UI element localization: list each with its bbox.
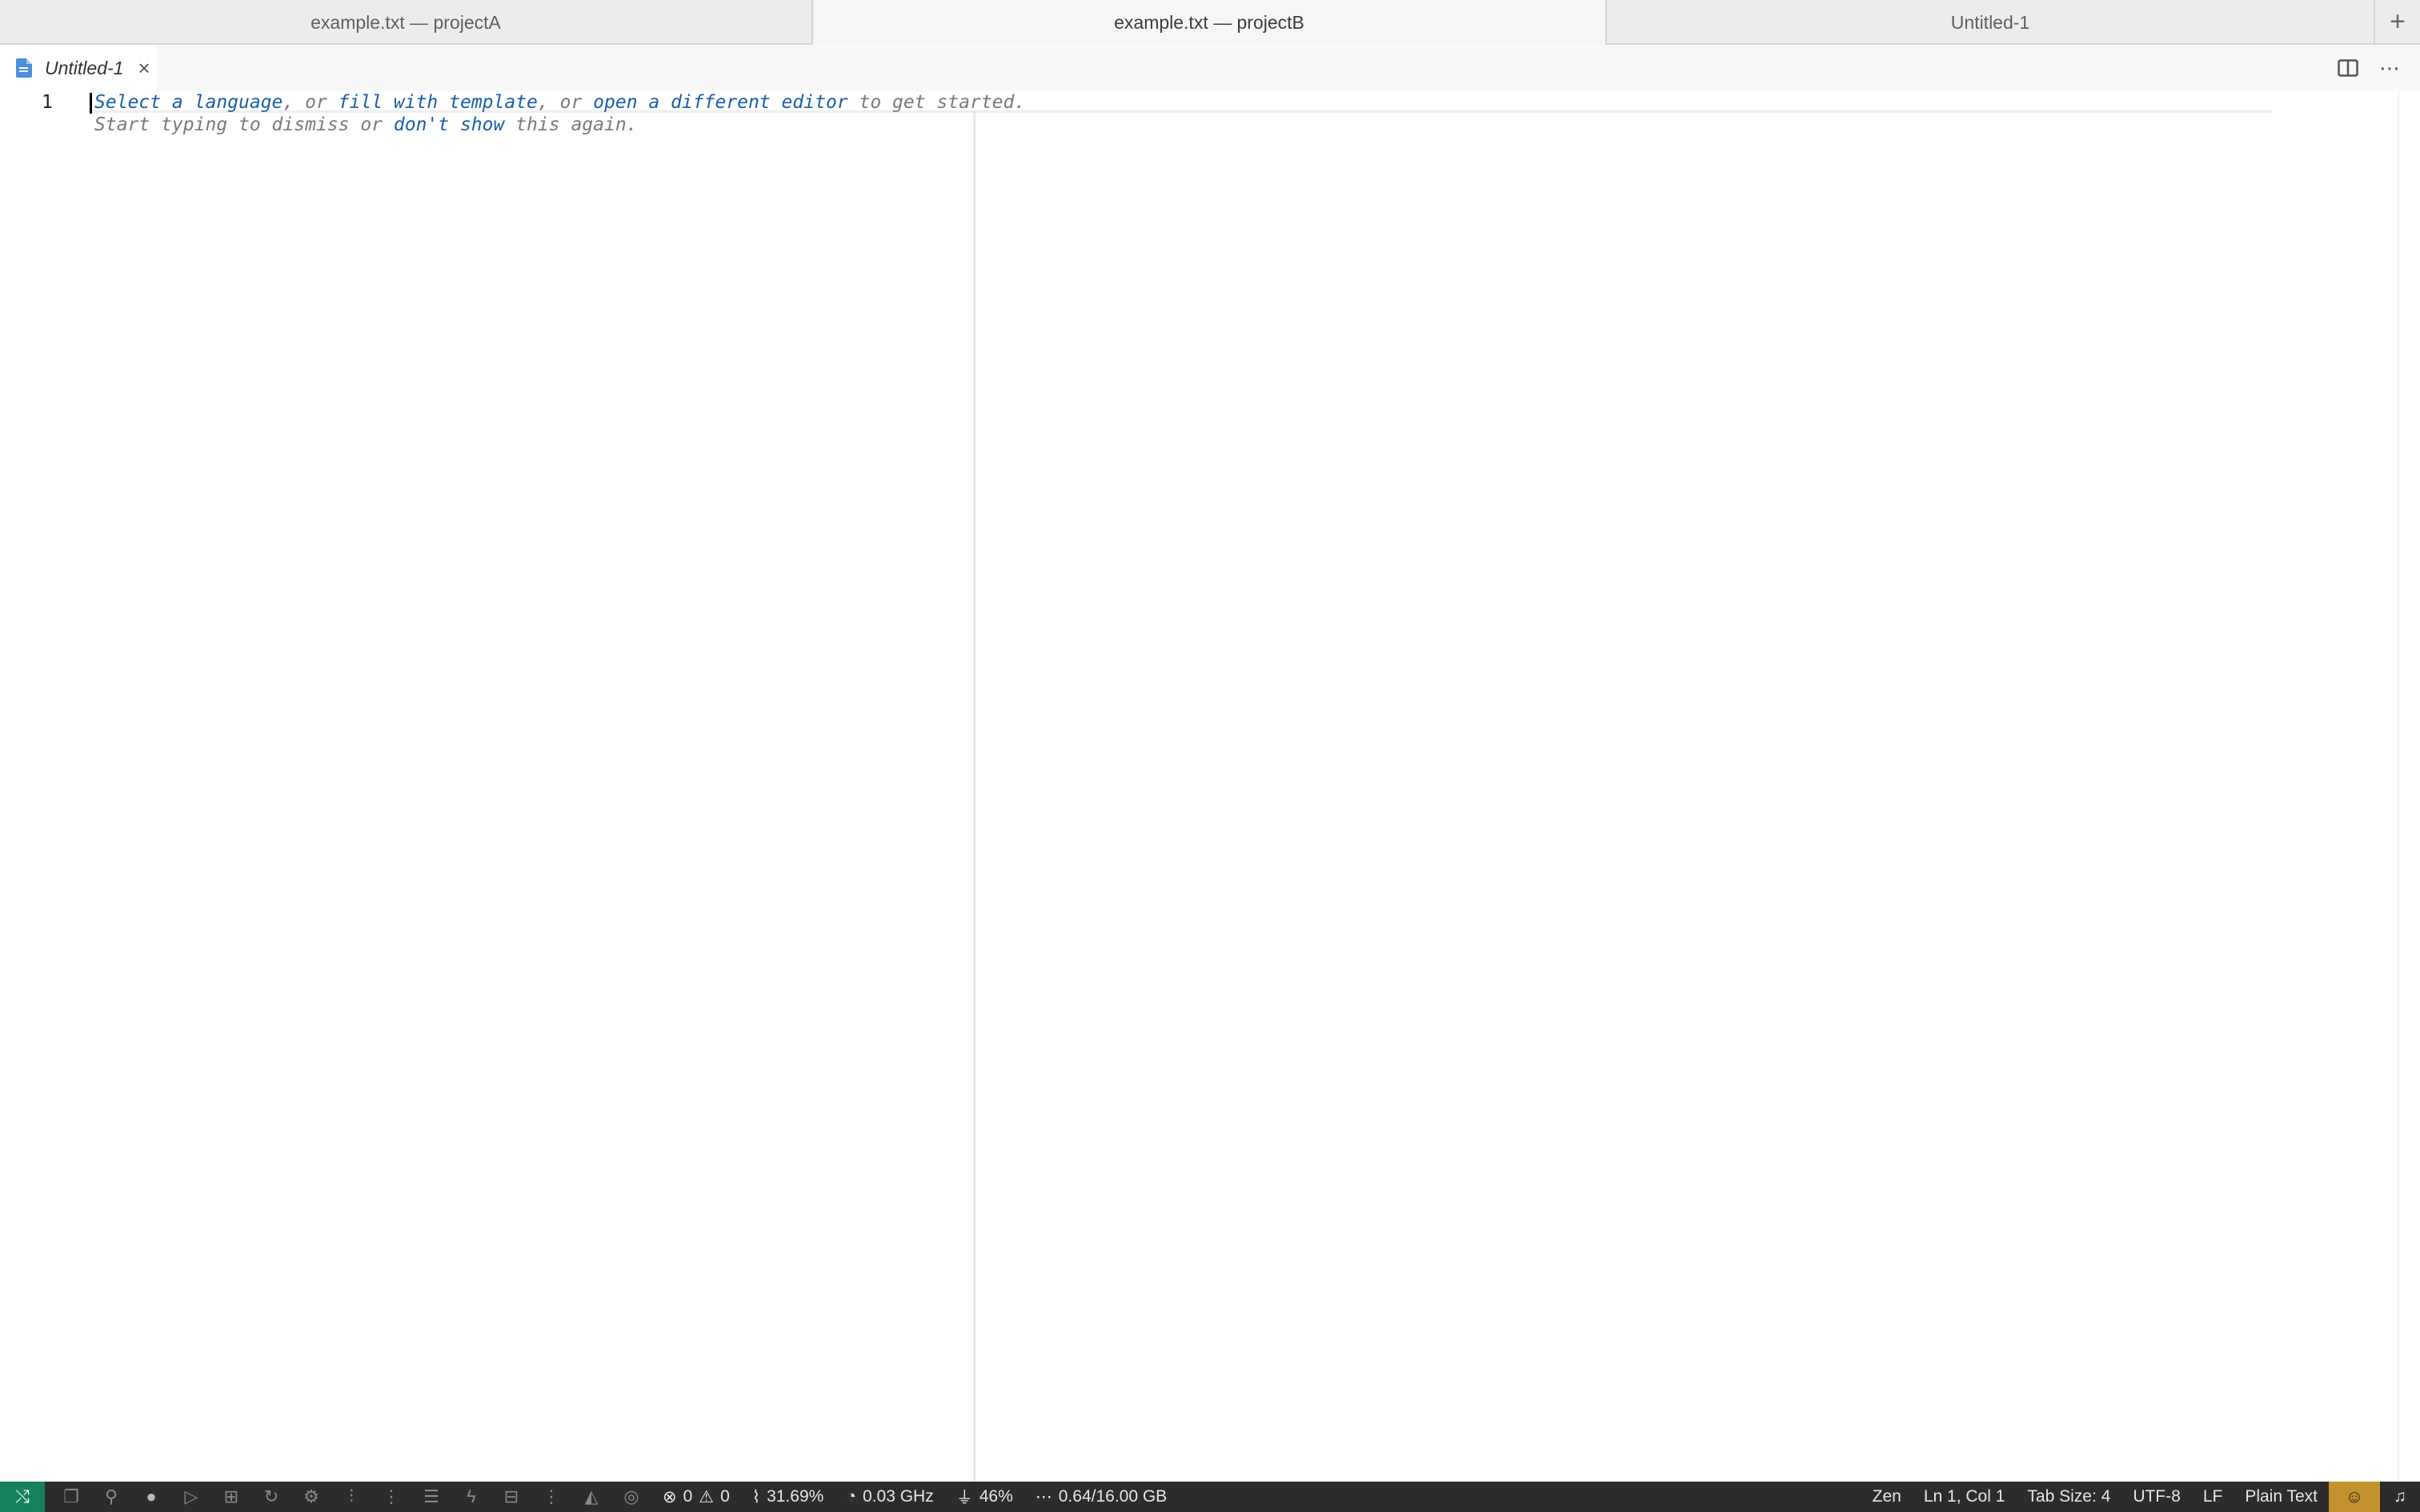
sliders-icon[interactable]: ⫶ (331, 1482, 371, 1512)
text-cursor (90, 93, 92, 114)
file-icon (16, 58, 32, 78)
ellipsis-icon: ⋯ (1035, 1487, 1052, 1506)
fill-template-link[interactable]: fill with template (339, 92, 538, 113)
editor-actions: ⋯ (2338, 45, 2401, 91)
editor-area[interactable]: 1 Select a language, or fill with templa… (0, 91, 2420, 1482)
triangle-icon[interactable]: ◭ (571, 1482, 611, 1512)
window-tab-untitled[interactable]: Untitled-1 (1607, 0, 2375, 45)
warning-icon: ⚠ (699, 1487, 715, 1506)
hint-text: to get started. (847, 92, 1026, 113)
status-bar: ⤭ ❐ ⚲ ● ▷ ⊞ ↻ ⚙ ⫶ ⋮ ☰ ϟ ⊟ ⋮ ◭ ◎ ⊗ 0 ⚠ 0 (0, 1482, 2420, 1512)
close-icon[interactable]: × (138, 58, 150, 78)
error-count: 0 (683, 1487, 693, 1506)
hint-separator: , or (282, 92, 339, 113)
layers-icon[interactable]: ☰ (411, 1482, 451, 1512)
cpu-usage[interactable]: ⌇ 31.69% (741, 1482, 835, 1512)
empty-editor-hint-line-2: Start typing to dismiss or don't show th… (94, 114, 638, 136)
cpu-value: 31.69% (767, 1487, 824, 1506)
search-icon[interactable]: ⚲ (91, 1482, 131, 1512)
tab-size[interactable]: Tab Size: 4 (2016, 1482, 2122, 1512)
line-number: 1 (42, 92, 53, 113)
extensions-icon[interactable]: ⊞ (211, 1482, 251, 1512)
empty-editor-hint-line-1: Select a language, or fill with template… (94, 91, 1025, 114)
split-editor-icon[interactable] (2338, 59, 2358, 77)
zen-mode[interactable]: Zen (1861, 1482, 1913, 1512)
dont-show-link[interactable]: don't show (394, 114, 504, 135)
explorer-icon[interactable]: ❐ (51, 1482, 91, 1512)
memory-value: 0.64/16.00 GB (1058, 1487, 1168, 1506)
remote-icon[interactable]: ⤭ (0, 1482, 45, 1512)
account-icon[interactable]: ◎ (611, 1482, 651, 1512)
status-right: Zen Ln 1, Col 1 Tab Size: 4 UTF-8 LF Pla… (1861, 1482, 2420, 1512)
gear-icon[interactable]: ⚙ (291, 1482, 331, 1512)
status-left: ⊗ 0 ⚠ 0 ⌇ 31.69% ◔ 0.03 GHz ⏚ 46% ⋯ 0.64… (651, 1482, 1178, 1512)
editor-tab-strip: Untitled-1 × ⋯ (0, 45, 2420, 91)
more-icon[interactable]: ⋮ (531, 1482, 571, 1512)
window-tab-bar: example.txt — projectA example.txt — pro… (0, 0, 2420, 45)
cursor-position[interactable]: Ln 1, Col 1 (1913, 1482, 2017, 1512)
window-tab-label: Untitled-1 (1950, 11, 2030, 33)
freq-value: 0.03 GHz (863, 1487, 934, 1506)
editor-tab-label: Untitled-1 (45, 57, 124, 78)
github-icon[interactable]: ● (131, 1482, 171, 1512)
cpu-frequency[interactable]: ◔ 0.03 GHz (835, 1482, 944, 1512)
plug-icon[interactable]: ϟ (451, 1482, 491, 1512)
warning-count: 0 (720, 1487, 730, 1506)
pulse-icon: ⌇ (751, 1487, 761, 1506)
vertical-scrollbar[interactable] (2398, 91, 2420, 1482)
bell-icon[interactable]: ♫ (2380, 1482, 2420, 1512)
encoding[interactable]: UTF-8 (2122, 1482, 2192, 1512)
app-window: example.txt — projectA example.txt — pro… (0, 0, 2420, 1512)
plug-icon: ⏚ (956, 1489, 973, 1507)
problems-indicator[interactable]: ⊗ 0 ⚠ 0 (651, 1482, 741, 1512)
window-tab-label: example.txt — projectA (311, 11, 501, 33)
select-language-link[interactable]: Select a language (94, 92, 282, 113)
end-of-line[interactable]: LF (2192, 1482, 2234, 1512)
car-icon[interactable]: ⊟ (491, 1482, 531, 1512)
editor-tab-untitled[interactable]: Untitled-1 × (0, 45, 157, 91)
error-icon: ⊗ (663, 1487, 677, 1506)
battery-status[interactable]: ⏚ 46% (945, 1482, 1024, 1512)
hint-text: Start typing to dismiss or (94, 114, 394, 135)
sync-icon[interactable]: ↻ (251, 1482, 291, 1512)
hint-text: this again. (504, 114, 638, 135)
copilot-icon[interactable]: ☺ (2329, 1482, 2380, 1512)
editor-ruler (973, 110, 976, 1482)
memory-usage[interactable]: ⋯ 0.64/16.00 GB (1024, 1482, 1178, 1512)
new-window-tab-button[interactable]: + (2375, 0, 2420, 43)
more-actions-icon[interactable]: ⋯ (2379, 56, 2401, 81)
window-tab-label: example.txt — projectB (1114, 11, 1304, 33)
status-icon-group: ❐ ⚲ ● ▷ ⊞ ↻ ⚙ ⫶ ⋮ ☰ ϟ ⊟ ⋮ ◭ ◎ (51, 1482, 651, 1512)
language-mode[interactable]: Plain Text (2234, 1482, 2329, 1512)
gauge-icon: ◔ (846, 1487, 856, 1506)
window-tab-projectb[interactable]: example.txt — projectB (813, 0, 1607, 45)
open-different-editor-link[interactable]: open a different editor (593, 92, 848, 113)
window-tab-projecta[interactable]: example.txt — projectA (0, 0, 813, 45)
battery-value: 46% (979, 1487, 1013, 1506)
more-icon[interactable]: ⋮ (371, 1482, 411, 1512)
run-icon[interactable]: ▷ (171, 1482, 211, 1512)
hint-separator: , or (537, 92, 594, 113)
